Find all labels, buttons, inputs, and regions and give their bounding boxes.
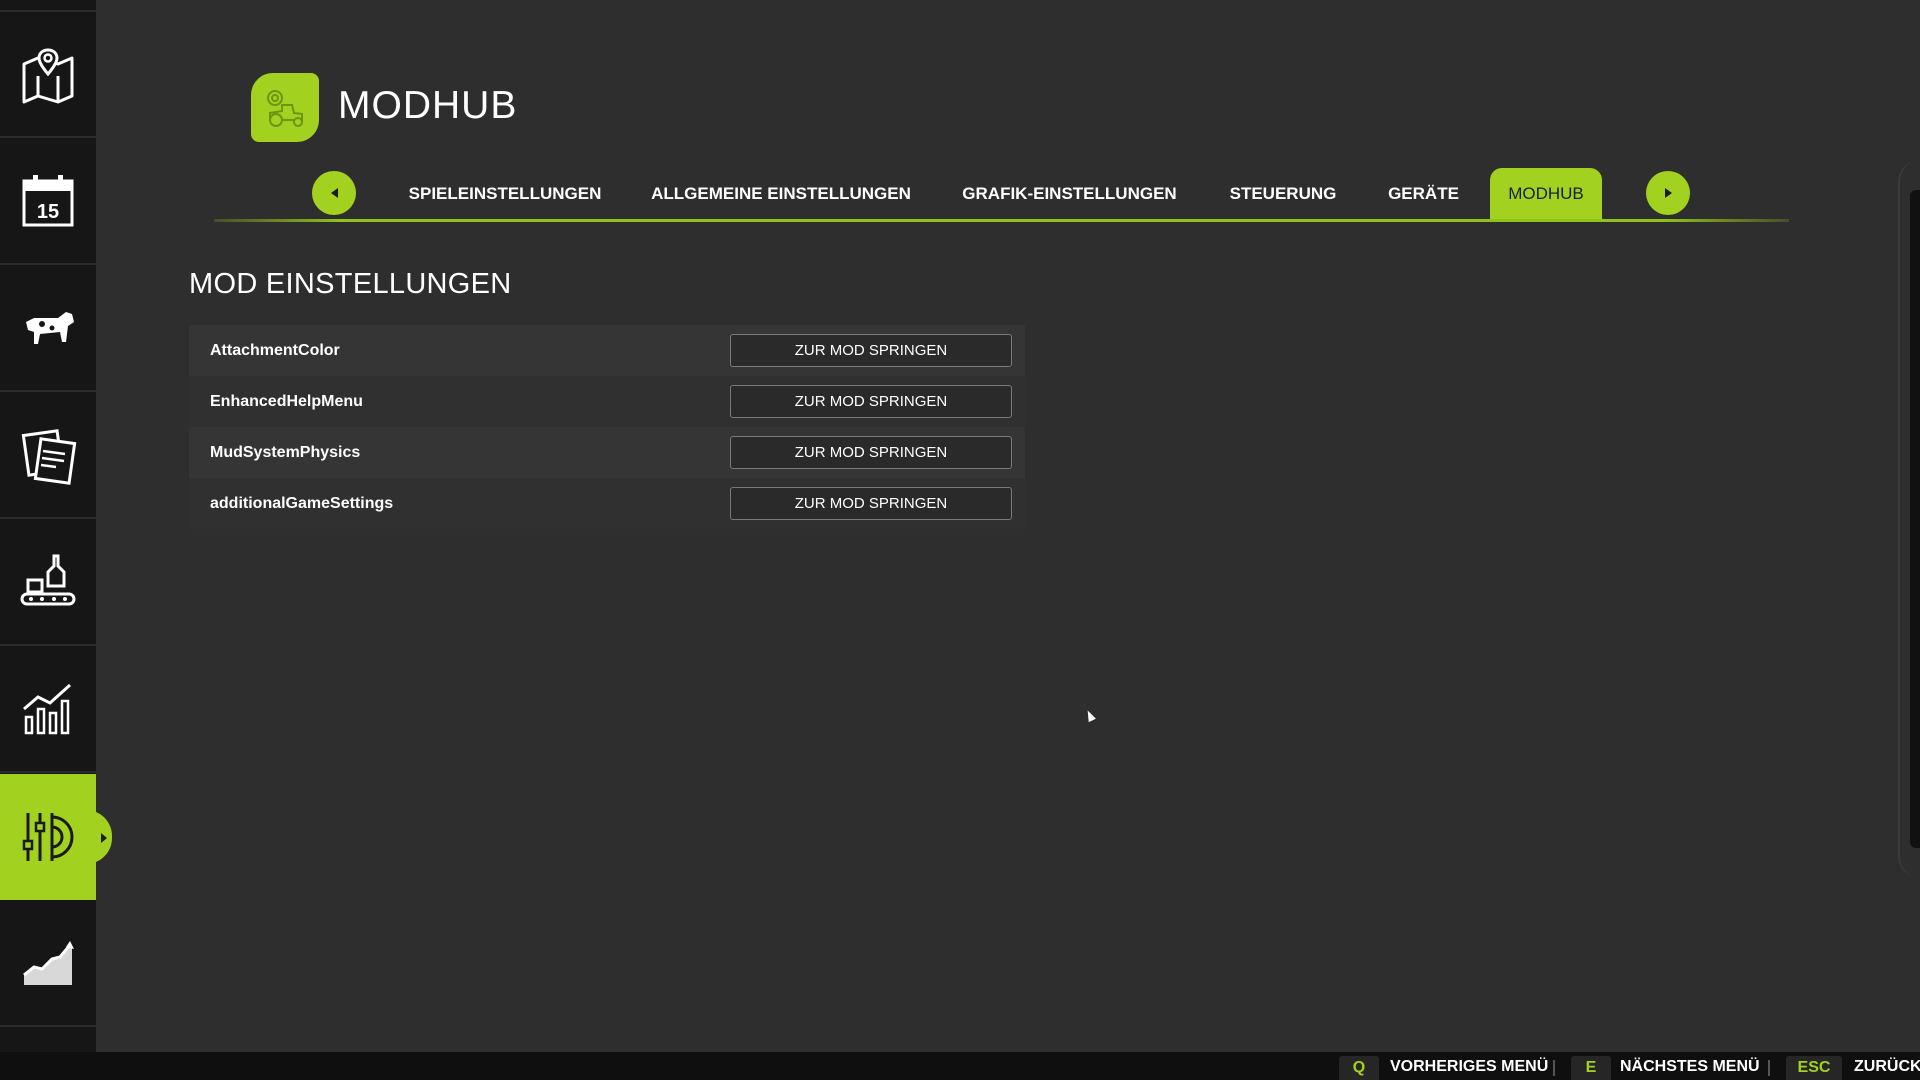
back-button[interactable]: ZURÜCK [1854, 1058, 1920, 1076]
calendar-icon: 15 [22, 175, 74, 227]
mod-row: MudSystemPhysics ZUR MOD SPRINGEN [189, 427, 1025, 478]
footer-bar: Q VORHERIGES MENÜ E NÄCHSTES MENÜ ESC ZU… [0, 1052, 1920, 1080]
mod-name: AttachmentColor [210, 341, 340, 359]
tab-steuerung[interactable]: STEUERUNG [1226, 168, 1340, 220]
production-icon [20, 554, 76, 606]
map-icon [22, 48, 74, 104]
tab-modhub[interactable]: MODHUB [1490, 168, 1602, 220]
arrow-right-icon [1664, 188, 1672, 198]
jump-to-mod-button[interactable]: ZUR MOD SPRINGEN [730, 385, 1012, 418]
sidebar-item-animals[interactable] [0, 266, 96, 392]
footer-divider [1768, 1060, 1770, 1076]
mouse-cursor-icon [1084, 708, 1096, 723]
sidebar-item-finances[interactable] [0, 901, 96, 1027]
arrow-left-icon [330, 188, 338, 198]
finances-icon [23, 941, 74, 985]
sidebar-item-statistics[interactable] [0, 647, 96, 773]
footer-divider [1553, 1060, 1555, 1076]
active-indicator-icon [101, 833, 107, 843]
tab-geraete[interactable]: GERÄTE [1386, 168, 1461, 220]
sidebar-item-contracts[interactable] [0, 393, 96, 519]
mod-row: additionalGameSettings ZUR MOD SPRINGEN [189, 478, 1025, 529]
jump-to-mod-button[interactable]: ZUR MOD SPRINGEN [730, 436, 1012, 469]
cow-icon [26, 312, 74, 344]
section-title: MOD EINSTELLUNGEN [189, 268, 512, 300]
sidebar-item-settings[interactable] [0, 774, 112, 900]
key-esc-badge: ESC [1786, 1056, 1842, 1080]
mod-name: MudSystemPhysics [210, 443, 361, 461]
sidebar-item-production[interactable] [0, 520, 96, 646]
tab-allgemeine-einstellungen[interactable]: ALLGEMEINE EINSTELLUNGEN [650, 168, 912, 220]
modhub-logo [251, 73, 319, 142]
settings-icon [22, 813, 74, 861]
sidebar-item-map[interactable] [0, 12, 96, 138]
mod-list: AttachmentColor ZUR MOD SPRINGEN Enhance… [189, 325, 1025, 529]
sidebar-item-calendar[interactable]: 15 [0, 139, 96, 265]
tab-grafik-einstellungen[interactable]: GRAFIK-EINSTELLUNGEN [960, 168, 1179, 220]
calendar-day: 15 [37, 201, 59, 223]
mod-row: AttachmentColor ZUR MOD SPRINGEN [189, 325, 1025, 376]
sidebar: 15 [0, 0, 112, 1052]
next-tab-button[interactable] [1646, 171, 1690, 215]
contracts-icon [21, 429, 77, 485]
page-title: MODHUB [338, 84, 518, 127]
next-menu-button[interactable]: NÄCHSTES MENÜ [1620, 1058, 1760, 1076]
mod-name: EnhancedHelpMenu [210, 392, 363, 410]
mod-name: additionalGameSettings [210, 494, 394, 512]
key-q-badge: Q [1339, 1056, 1379, 1080]
mod-row: EnhancedHelpMenu ZUR MOD SPRINGEN [189, 376, 1025, 427]
tabs-underline [214, 219, 1789, 222]
previous-menu-button[interactable]: VORHERIGES MENÜ [1390, 1058, 1548, 1076]
statistics-icon [23, 683, 72, 735]
tractor-gear-icon [267, 89, 303, 127]
jump-to-mod-button[interactable]: ZUR MOD SPRINGEN [730, 487, 1012, 520]
jump-to-mod-button[interactable]: ZUR MOD SPRINGEN [730, 334, 1012, 367]
key-e-badge: E [1571, 1056, 1611, 1080]
previous-tab-button[interactable] [312, 171, 356, 215]
scrollbar-thumb[interactable] [1910, 190, 1920, 848]
tab-spieleinstellungen[interactable]: SPIELEINSTELLUNGEN [408, 168, 602, 220]
